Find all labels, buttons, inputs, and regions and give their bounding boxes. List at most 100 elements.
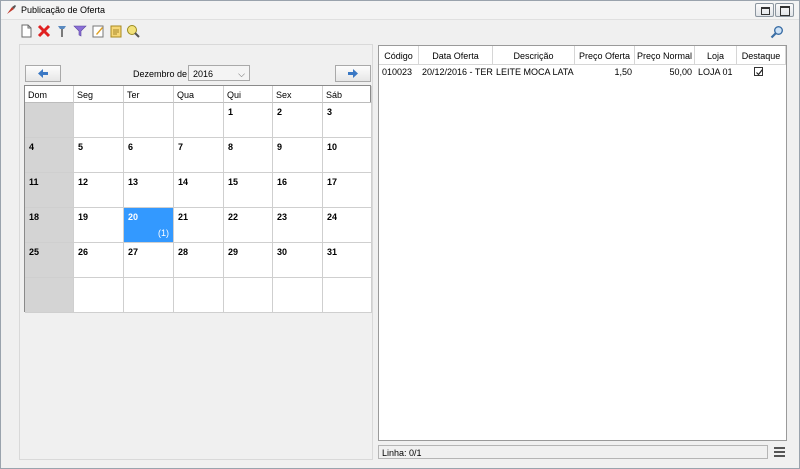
column-data-oferta-header[interactable]: Data Oferta bbox=[419, 46, 493, 65]
day-header: Qui bbox=[224, 86, 273, 103]
day-number: 11 bbox=[29, 177, 39, 187]
year-select[interactable]: 2016 ⌵ bbox=[188, 65, 250, 81]
title-bar: Publicação de Oferta bbox=[1, 1, 799, 20]
close-button[interactable] bbox=[775, 3, 794, 17]
destaque-checkbox[interactable] bbox=[754, 67, 763, 76]
calendar-day-cell[interactable]: 21 bbox=[174, 208, 224, 243]
calendar-day-cell[interactable]: 10 bbox=[323, 138, 372, 173]
day-number: 18 bbox=[29, 212, 40, 222]
magnifier-icon[interactable] bbox=[770, 25, 784, 39]
calendar-day-cell[interactable]: 31 bbox=[323, 243, 372, 278]
table-cell[interactable]: 20/12/2016 - TER bbox=[419, 65, 493, 79]
calendar-day-cell[interactable] bbox=[124, 103, 174, 138]
arrow-right-icon bbox=[348, 69, 358, 78]
check-icon bbox=[756, 69, 763, 76]
calendar-day-cell[interactable] bbox=[174, 278, 224, 313]
calendar-day-cell[interactable]: 30 bbox=[273, 243, 323, 278]
calendar-day-cell[interactable]: 6 bbox=[124, 138, 174, 173]
calendar-day-cell[interactable]: 25 bbox=[25, 243, 74, 278]
main-window: Publicação de Oferta Dezembro de 2016 ⌵ … bbox=[0, 0, 800, 469]
column-preco-normal-header[interactable]: Preço Normal bbox=[635, 46, 695, 65]
calendar-day-cell[interactable]: 1 bbox=[224, 103, 273, 138]
day-number: 8 bbox=[228, 142, 234, 152]
calendar-day-cell[interactable] bbox=[174, 103, 224, 138]
table-cell[interactable]: 1,50 bbox=[575, 65, 635, 79]
calendar-day-cell[interactable]: 15 bbox=[224, 173, 273, 208]
day-header-label: Sex bbox=[276, 90, 292, 100]
calendar-day-cell[interactable]: 16 bbox=[273, 173, 323, 208]
tools-icon[interactable] bbox=[55, 24, 69, 38]
calendar-day-cell[interactable] bbox=[25, 103, 74, 138]
export-icon[interactable] bbox=[109, 24, 123, 38]
calendar-day-cell[interactable]: 13 bbox=[124, 173, 174, 208]
calendar-day-cell[interactable] bbox=[74, 103, 124, 138]
calendar-day-cell[interactable]: 28 bbox=[174, 243, 224, 278]
previous-month-button[interactable] bbox=[25, 65, 61, 82]
day-number: 29 bbox=[228, 247, 239, 257]
table-cell[interactable]: LOJA 01 bbox=[695, 65, 737, 79]
calendar-day-cell[interactable] bbox=[323, 278, 372, 313]
calendar-day-cell[interactable]: 24 bbox=[323, 208, 372, 243]
day-number: 15 bbox=[228, 177, 239, 187]
calendar-day-cell[interactable]: 14 bbox=[174, 173, 224, 208]
day-number: 21 bbox=[178, 212, 189, 222]
calendar-day-cell[interactable]: 11 bbox=[25, 173, 74, 208]
cell-value: 50,00 bbox=[669, 67, 692, 77]
next-month-button[interactable] bbox=[335, 65, 371, 82]
calendar-day-cell[interactable] bbox=[273, 278, 323, 313]
table-cell[interactable]: 50,00 bbox=[635, 65, 695, 79]
calendar-day-cell[interactable] bbox=[25, 278, 74, 313]
day-number: 12 bbox=[78, 177, 89, 187]
calendar-day-cell[interactable]: 12 bbox=[74, 173, 124, 208]
calendar-day-cell[interactable] bbox=[224, 278, 273, 313]
search-settings-icon[interactable] bbox=[126, 24, 140, 38]
day-header-label: Seg bbox=[77, 90, 94, 100]
day-header-label: Dom bbox=[28, 90, 48, 100]
day-number: 24 bbox=[327, 212, 338, 222]
restore-button[interactable] bbox=[755, 3, 774, 17]
day-header-label: Sáb bbox=[326, 90, 343, 100]
calendar-day-cell[interactable]: 2 bbox=[273, 103, 323, 138]
calendar-day-cell[interactable]: 8 bbox=[224, 138, 273, 173]
table-cell[interactable]: LEITE MOCA LATA bbox=[493, 65, 575, 79]
calendar-day-cell[interactable]: 19 bbox=[74, 208, 124, 243]
column-header-label: Preço Oferta bbox=[578, 51, 631, 61]
edit-icon[interactable] bbox=[91, 24, 105, 38]
calendar-day-cell[interactable]: 26 bbox=[74, 243, 124, 278]
column-preco-oferta-header[interactable]: Preço Oferta bbox=[575, 46, 635, 65]
maximize-icon bbox=[780, 6, 790, 16]
column-destaque-header[interactable]: Destaque bbox=[737, 46, 786, 65]
calendar-day-cell[interactable]: 17 bbox=[323, 173, 372, 208]
day-number: 17 bbox=[327, 177, 338, 187]
column-codigo-header[interactable]: Código bbox=[379, 46, 419, 65]
column-header-label: Código bbox=[384, 51, 413, 61]
arrow-left-icon bbox=[38, 69, 48, 78]
offer-count: (1) bbox=[158, 228, 169, 238]
calendar-day-cell[interactable]: 20 (1) bbox=[124, 208, 174, 243]
calendar-day-cell[interactable]: 27 bbox=[124, 243, 174, 278]
calendar-day-cell[interactable]: 4 bbox=[25, 138, 74, 173]
calendar-day-cell[interactable]: 29 bbox=[224, 243, 273, 278]
menu-icon[interactable] bbox=[774, 447, 785, 457]
calendar-day-cell[interactable]: 22 bbox=[224, 208, 273, 243]
calendar-day-cell[interactable]: 23 bbox=[273, 208, 323, 243]
calendar-day-cell[interactable] bbox=[124, 278, 174, 313]
day-header-label: Ter bbox=[127, 90, 140, 100]
calendar-day-cell[interactable]: 3 bbox=[323, 103, 372, 138]
calendar-day-cell[interactable] bbox=[74, 278, 124, 313]
new-document-icon[interactable] bbox=[19, 24, 33, 38]
day-number: 9 bbox=[277, 142, 283, 152]
delete-icon[interactable] bbox=[37, 24, 51, 38]
column-descricao-header[interactable]: Descrição bbox=[493, 46, 575, 65]
day-number: 28 bbox=[178, 247, 189, 257]
calendar-panel: Dezembro de 2016 ⌵ Dom Seg Ter Qua Qui Sex Sáb… bbox=[19, 44, 373, 460]
calendar-day-cell[interactable]: 7 bbox=[174, 138, 224, 173]
filter-icon[interactable] bbox=[73, 24, 87, 38]
calendar-day-cell[interactable]: 18 bbox=[25, 208, 74, 243]
table-cell[interactable]: 010023 bbox=[379, 65, 419, 79]
column-loja-header[interactable]: Loja bbox=[695, 46, 737, 65]
calendar-day-cell[interactable]: 5 bbox=[74, 138, 124, 173]
day-header-label: Qui bbox=[227, 90, 242, 100]
table-cell[interactable] bbox=[737, 65, 786, 79]
calendar-day-cell[interactable]: 9 bbox=[273, 138, 323, 173]
